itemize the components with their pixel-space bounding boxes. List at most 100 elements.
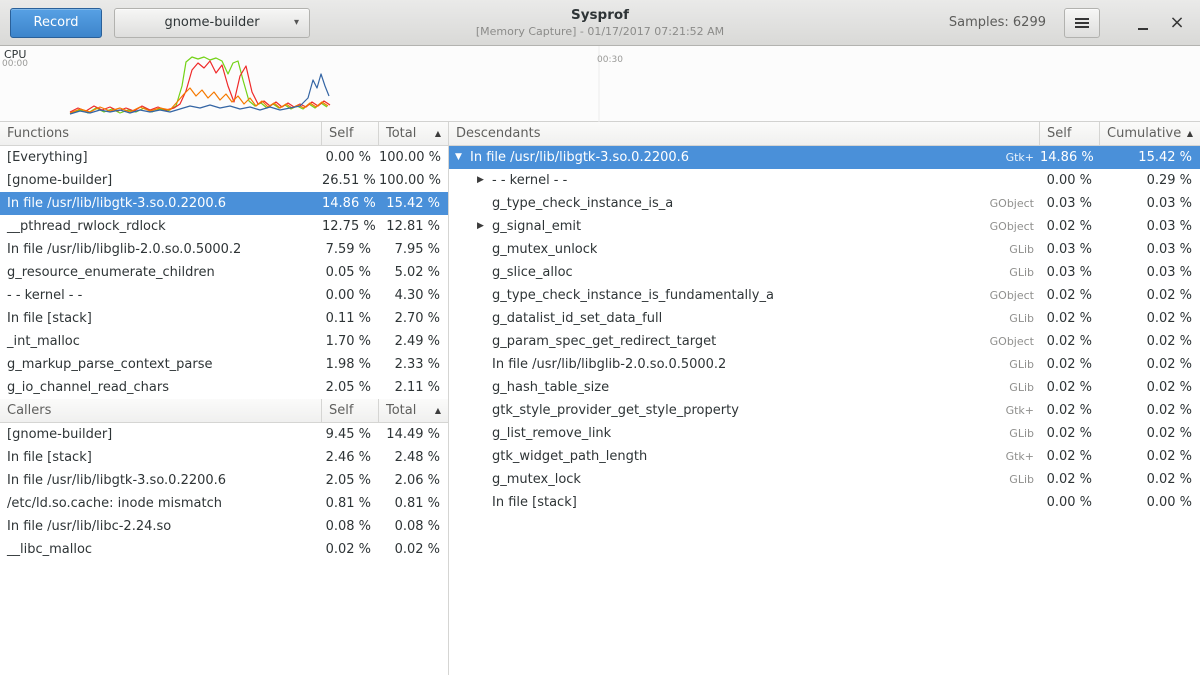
cumulative-value-cell: 0.02 %	[1100, 307, 1200, 330]
cumulative-value-cell: 0.02 %	[1100, 468, 1200, 491]
descendants-cumulative-column-header[interactable]: Cumulative ▲	[1100, 122, 1200, 146]
process-selector-dropdown[interactable]: gnome-builder ▾	[114, 8, 310, 38]
left-pane: Functions Self Total ▲ [Everything]0.00 …	[0, 122, 448, 675]
expander-closed-icon[interactable]: ▶	[477, 169, 492, 192]
function-name-cell: g_type_check_instance_is_fundamentally_a	[492, 284, 774, 307]
minimize-button[interactable]	[1130, 10, 1156, 36]
samples-count: Samples: 6299	[949, 15, 1046, 30]
table-row[interactable]: /etc/ld.so.cache: inode mismatch0.81 %0.…	[0, 492, 448, 515]
self-value-cell: 0.11 %	[322, 307, 379, 330]
total-value-cell: 100.00 %	[379, 146, 448, 169]
table-row[interactable]: __libc_malloc0.02 %0.02 %	[0, 538, 448, 561]
tree-row[interactable]: gtk_widget_path_lengthGtk+0.02 %0.02 %	[449, 445, 1200, 468]
table-row[interactable]: [gnome-builder]9.45 %14.49 %	[0, 423, 448, 446]
function-name-cell: g_type_check_instance_is_a	[492, 192, 673, 215]
function-name-cell: g_markup_parse_context_parse	[0, 353, 322, 376]
callers-total-column-header[interactable]: Total ▲	[379, 399, 448, 423]
self-value-cell: 0.02 %	[1040, 215, 1100, 238]
self-value-cell: 0.03 %	[1040, 261, 1100, 284]
tree-name-cell: g_type_check_instance_is_a GObject	[449, 192, 1040, 215]
cumulative-value-cell: 0.02 %	[1100, 330, 1200, 353]
tree-row[interactable]: g_list_remove_linkGLib0.02 %0.02 %	[449, 422, 1200, 445]
function-name-cell: g_slice_alloc	[492, 261, 573, 284]
tree-row[interactable]: ▼In file /usr/lib/libgtk-3.so.0.2200.6Gt…	[449, 146, 1200, 169]
callers-column-header[interactable]: Callers	[0, 399, 322, 423]
tree-row[interactable]: g_type_check_instance_is_fundamentally_a…	[449, 284, 1200, 307]
tree-row[interactable]: In file [stack]0.00 %0.00 %	[449, 491, 1200, 514]
sort-indicator-icon: ▲	[435, 130, 441, 138]
tree-name-cell: ▼In file /usr/lib/libgtk-3.so.0.2200.6Gt…	[449, 146, 1040, 169]
table-row[interactable]: g_markup_parse_context_parse1.98 %2.33 %	[0, 353, 448, 376]
function-name-cell: - - kernel - -	[492, 169, 567, 192]
expander-open-icon[interactable]: ▼	[455, 146, 470, 169]
table-row[interactable]: In file [stack]2.46 %2.48 %	[0, 446, 448, 469]
table-row[interactable]: In file [stack]0.11 %2.70 %	[0, 307, 448, 330]
close-button[interactable]: ×	[1164, 10, 1190, 36]
self-value-cell: 0.03 %	[1040, 238, 1100, 261]
descendants-pane: Descendants Self Cumulative ▲ ▼In file /…	[449, 122, 1200, 675]
table-row[interactable]: In file /usr/lib/libgtk-3.so.0.2200.614.…	[0, 192, 448, 215]
cumulative-value-cell: 0.02 %	[1100, 376, 1200, 399]
tree-row[interactable]: In file /usr/lib/libglib-2.0.so.0.5000.2…	[449, 353, 1200, 376]
tree-row[interactable]: g_mutex_lockGLib0.02 %0.02 %	[449, 468, 1200, 491]
self-value-cell: 12.75 %	[322, 215, 379, 238]
tree-name-cell: ▶- - kernel - -	[449, 169, 1040, 192]
total-value-cell: 2.06 %	[379, 469, 448, 492]
function-name-cell: In file [stack]	[492, 491, 577, 514]
table-row[interactable]: - - kernel - -0.00 %4.30 %	[0, 284, 448, 307]
table-row[interactable]: g_io_channel_read_chars2.05 %2.11 %	[0, 376, 448, 399]
tree-row[interactable]: ▶g_signal_emitGObject0.02 %0.03 %	[449, 215, 1200, 238]
functions-total-column-header[interactable]: Total ▲	[379, 122, 448, 146]
cumulative-value-cell: 0.02 %	[1100, 284, 1200, 307]
functions-self-column-header[interactable]: Self	[322, 122, 379, 146]
tree-row[interactable]: gtk_style_provider_get_style_property Gtk…	[449, 399, 1200, 422]
profile-content: Functions Self Total ▲ [Everything]0.00 …	[0, 122, 1200, 675]
library-category-label: GLib	[1009, 376, 1040, 399]
table-row[interactable]: g_resource_enumerate_children0.05 %5.02 …	[0, 261, 448, 284]
tree-row[interactable]: g_hash_table_sizeGLib0.02 %0.02 %	[449, 376, 1200, 399]
expander-closed-icon[interactable]: ▶	[477, 215, 492, 238]
descendants-column-header[interactable]: Descendants	[449, 122, 1040, 146]
library-category-label: GObject	[990, 192, 1040, 215]
menu-button[interactable]	[1064, 8, 1100, 38]
cumulative-value-cell: 0.03 %	[1100, 261, 1200, 284]
callers-self-column-header[interactable]: Self	[322, 399, 379, 423]
total-value-cell: 0.02 %	[379, 538, 448, 561]
cpu-graph[interactable]: CPU 00:00 00:30	[0, 46, 1200, 122]
tree-row[interactable]: g_param_spec_get_redirect_targetGObject0…	[449, 330, 1200, 353]
tree-row[interactable]: g_datalist_id_set_data_fullGLib0.02 %0.0…	[449, 307, 1200, 330]
descendants-self-column-header[interactable]: Self	[1040, 122, 1100, 146]
library-category-label: Gtk+	[1006, 399, 1040, 422]
self-value-cell: 0.00 %	[322, 284, 379, 307]
library-category-label: GLib	[1009, 422, 1040, 445]
tree-name-cell: g_slice_allocGLib	[449, 261, 1040, 284]
tree-row[interactable]: g_type_check_instance_is_aGObject0.03 %0…	[449, 192, 1200, 215]
function-name-cell: In file /usr/lib/libc-2.24.so	[0, 515, 322, 538]
descendants-tree: ▼In file /usr/lib/libgtk-3.so.0.2200.6Gt…	[449, 146, 1200, 514]
functions-column-header[interactable]: Functions	[0, 122, 322, 146]
record-button[interactable]: Record	[10, 8, 102, 38]
function-name-cell: In file /usr/lib/libgtk-3.so.0.2200.6	[0, 469, 322, 492]
title-block: Sysprof [Memory Capture] - 01/17/2017 07…	[476, 7, 724, 39]
self-value-cell: 1.70 %	[322, 330, 379, 353]
total-value-cell: 2.49 %	[379, 330, 448, 353]
table-row[interactable]: __pthread_rwlock_rdlock12.75 %12.81 %	[0, 215, 448, 238]
tree-row[interactable]: g_mutex_unlockGLib0.03 %0.03 %	[449, 238, 1200, 261]
table-row[interactable]: _int_malloc1.70 %2.49 %	[0, 330, 448, 353]
sort-indicator-icon: ▲	[435, 407, 441, 415]
cumulative-value-cell: 0.00 %	[1100, 491, 1200, 514]
process-selector-label: gnome-builder	[164, 15, 259, 30]
table-row[interactable]: [gnome-builder]26.51 %100.00 %	[0, 169, 448, 192]
function-name-cell: gtk_widget_path_length	[492, 445, 647, 468]
table-row[interactable]: In file /usr/lib/libglib-2.0.so.0.5000.2…	[0, 238, 448, 261]
table-row[interactable]: In file /usr/lib/libc-2.24.so0.08 %0.08 …	[0, 515, 448, 538]
function-name-cell: /etc/ld.so.cache: inode mismatch	[0, 492, 322, 515]
self-value-cell: 0.08 %	[322, 515, 379, 538]
self-value-cell: 0.02 %	[1040, 376, 1100, 399]
function-name-cell: gtk_style_provider_get_style_property	[492, 399, 739, 422]
table-row[interactable]: [Everything]0.00 %100.00 %	[0, 146, 448, 169]
self-value-cell: 2.05 %	[322, 469, 379, 492]
tree-row[interactable]: g_slice_allocGLib0.03 %0.03 %	[449, 261, 1200, 284]
table-row[interactable]: In file /usr/lib/libgtk-3.so.0.2200.62.0…	[0, 469, 448, 492]
tree-row[interactable]: ▶- - kernel - -0.00 %0.29 %	[449, 169, 1200, 192]
